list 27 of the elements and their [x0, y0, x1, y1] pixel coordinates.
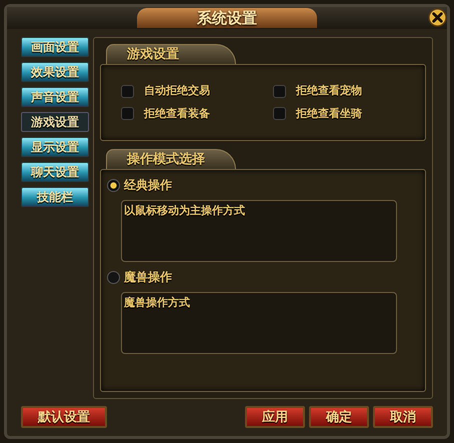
radio-button[interactable] [107, 178, 120, 192]
sidebar-tab[interactable]: 游戏设置 [21, 112, 89, 132]
footer-button[interactable]: 默认设置 [21, 406, 107, 428]
sidebar-tab[interactable]: 声音设置 [21, 87, 89, 107]
sidebar-tab[interactable]: 聊天设置 [21, 162, 89, 182]
radio-label: 魔兽操作 [124, 269, 172, 286]
radio-button[interactable] [107, 270, 120, 284]
checkbox[interactable] [273, 84, 286, 98]
radio-label: 经典操作 [124, 177, 172, 194]
close-icon[interactable] [428, 8, 447, 27]
sidebar-tab[interactable]: 显示设置 [21, 137, 89, 157]
sidebar-tab[interactable]: 效果设置 [21, 62, 89, 82]
checkbox-label: 拒绝查看坐骑 [296, 106, 362, 122]
checkbox-label: 拒绝查看宠物 [296, 83, 362, 99]
footer-button[interactable]: 取消 [373, 406, 433, 428]
window-title: 系统设置 [137, 8, 317, 28]
description-box: 以鼠标移动为主操作方式 [121, 200, 397, 262]
sidebar-tab[interactable]: 技能栏 [21, 187, 89, 207]
checkbox[interactable] [273, 107, 286, 120]
checkbox[interactable] [121, 84, 134, 98]
footer-button[interactable]: 确定 [309, 406, 369, 428]
footer-button[interactable]: 应用 [245, 406, 305, 428]
sidebar-tab[interactable]: 画面设置 [21, 37, 89, 57]
description-box: 魔兽操作方式 [121, 292, 397, 354]
checkbox-label: 自动拒绝交易 [144, 83, 210, 99]
checkbox[interactable] [121, 107, 134, 120]
checkbox-label: 拒绝查看装备 [144, 106, 210, 122]
